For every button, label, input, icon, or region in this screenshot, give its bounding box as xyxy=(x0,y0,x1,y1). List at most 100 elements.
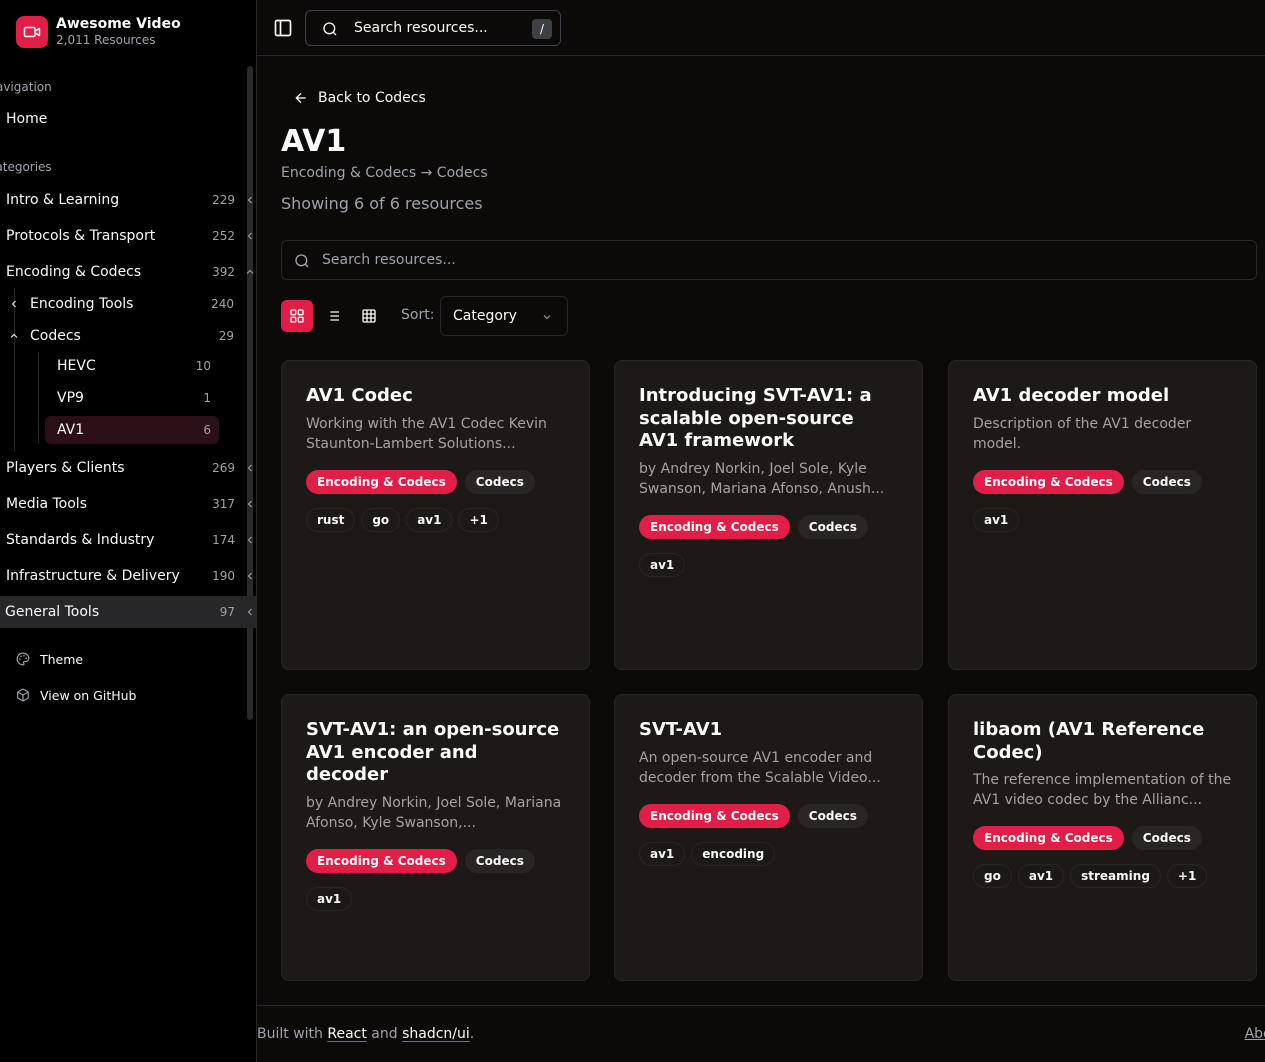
subcategory-badge[interactable]: Codecs xyxy=(797,514,868,539)
shadcn-link[interactable]: shadcn/ui xyxy=(402,1026,470,1042)
sidebar-item-label: Home xyxy=(6,111,48,127)
resource-card[interactable]: AV1 decoder model Description of the AV1… xyxy=(948,360,1257,670)
sidebar-item-intro-learning[interactable]: Intro & Learning 229 xyxy=(0,184,256,216)
resource-card[interactable]: AV1 Codec Working with the AV1 Codec Kev… xyxy=(281,360,590,670)
card-description: An open-source AV1 encoder and decoder f… xyxy=(639,749,881,786)
card-description: Description of the AV1 decoder model. xyxy=(973,415,1192,452)
resource-search-input[interactable]: Search resources... xyxy=(281,240,1257,280)
sidebar-item-label: Standards & Industry xyxy=(6,532,155,548)
sidebar-item-general-tools[interactable]: General Tools 97 xyxy=(0,596,256,628)
card-description: The reference implementation of the AV1 … xyxy=(973,772,1232,808)
categories-label: Categories xyxy=(0,160,52,174)
tag[interactable]: go xyxy=(973,864,1012,888)
sidebar-codec-vp9[interactable]: VP9 1 xyxy=(45,384,219,412)
sidebar-item-protocols-transport[interactable]: Protocols & Transport 252 xyxy=(0,220,256,252)
subcategory-badge[interactable]: Codecs xyxy=(1131,826,1202,850)
resource-card[interactable]: SVT-AV1: an open-source AV1 encoder and … xyxy=(281,694,590,981)
github-link[interactable]: View on GitHub xyxy=(16,683,137,707)
tag[interactable]: av1 xyxy=(973,507,1020,532)
card-description: Working with the AV1 Codec Kevin Staunto… xyxy=(306,415,547,452)
brand[interactable]: Awesome Video 2,011 Resources xyxy=(16,16,246,48)
tag[interactable]: encoding xyxy=(691,841,776,866)
sidebar-item-label: Encoding & Codecs xyxy=(6,264,142,280)
sidebar-item-count: 392 xyxy=(212,265,235,279)
sidebar-item-count: 190 xyxy=(212,569,235,583)
subcategory-badge[interactable]: Codecs xyxy=(1131,469,1202,494)
tag-more[interactable]: +1 xyxy=(1166,864,1208,888)
sidebar-item-infrastructure-delivery[interactable]: Infrastructure & Delivery 190 xyxy=(0,560,256,592)
sidebar-codec-av1[interactable]: AV1 6 xyxy=(45,416,219,444)
topbar: Search resources... / xyxy=(257,0,1265,56)
sidebar-codec-count: 6 xyxy=(203,423,211,437)
theme-button[interactable]: Theme xyxy=(16,647,83,671)
table-icon xyxy=(362,309,376,323)
react-link[interactable]: React xyxy=(327,1026,366,1042)
chevron-left-icon xyxy=(247,536,252,544)
sidebar-item-count: 229 xyxy=(212,193,235,207)
sidebar-item-home[interactable]: Home xyxy=(0,103,256,135)
sidebar-codec-count: 10 xyxy=(195,359,211,373)
sidebar-codec-label: AV1 xyxy=(57,422,85,438)
sidebar-item-count: 269 xyxy=(212,461,235,475)
chevron-up-icon xyxy=(10,333,18,338)
category-badge[interactable]: Encoding & Codecs xyxy=(639,514,790,539)
back-link[interactable]: Back to Codecs xyxy=(293,88,426,108)
tag[interactable]: av1 xyxy=(639,552,686,577)
category-badge[interactable]: Encoding & Codecs xyxy=(639,803,790,828)
table-view-button[interactable] xyxy=(353,300,385,332)
chevron-left-icon xyxy=(247,500,252,508)
grid-view-button[interactable] xyxy=(281,300,313,332)
arrow-left-icon xyxy=(295,92,306,104)
resource-card[interactable]: SVT-AV1 An open-source AV1 encoder and d… xyxy=(614,694,923,981)
resource-card[interactable]: Introducing SVT-AV1: a scalable open-sou… xyxy=(614,360,923,670)
tag[interactable]: streaming xyxy=(1070,864,1161,888)
sidebar-item-players-clients[interactable]: Players & Clients 269 xyxy=(0,452,256,484)
sidebar-item-count: 174 xyxy=(212,533,235,547)
sidebar-item-media-tools[interactable]: Media Tools 317 xyxy=(0,488,256,520)
sidebar-codec-hevc[interactable]: HEVC 10 xyxy=(45,352,219,380)
sidebar-item-standards-industry[interactable]: Standards & Industry 174 xyxy=(0,524,256,556)
about-link[interactable]: About xyxy=(1245,1026,1265,1042)
package-icon xyxy=(17,688,29,702)
sidebar-item-label: Intro & Learning xyxy=(6,192,120,208)
sidebar-item-encoding-codecs[interactable]: Encoding & Codecs 392 xyxy=(0,256,256,288)
main-content: Search resources... / Back to Codecs AV1… xyxy=(256,0,1265,1062)
subcategory-badge[interactable]: Codecs xyxy=(464,848,535,873)
sidebar-item-label: Infrastructure & Delivery xyxy=(6,568,180,584)
list-view-button[interactable] xyxy=(317,300,349,332)
chevron-left-icon xyxy=(11,300,16,308)
tag[interactable]: rust xyxy=(306,507,356,532)
card-title: Introducing SVT-AV1: a scalable open-sou… xyxy=(639,385,872,451)
tag[interactable]: av1 xyxy=(1017,864,1065,888)
sidebar-toggle-icon[interactable] xyxy=(273,18,293,38)
category-badge[interactable]: Encoding & Codecs xyxy=(973,826,1124,850)
tag-more[interactable]: +1 xyxy=(458,507,499,532)
subcategory-badge[interactable]: Codecs xyxy=(464,469,535,494)
sort-select[interactable]: Category xyxy=(440,296,568,336)
brand-title: Awesome Video xyxy=(56,16,181,32)
footer-built-with: Built with xyxy=(257,1026,323,1042)
sidebar-subitem-label: Encoding Tools xyxy=(30,296,134,312)
tag[interactable]: go xyxy=(361,507,401,532)
subcategory-badge[interactable]: Codecs xyxy=(797,803,868,828)
tag[interactable]: av1 xyxy=(306,886,353,911)
back-label: Back to Codecs xyxy=(318,90,426,106)
card-title: AV1 decoder model xyxy=(973,385,1170,406)
category-badge[interactable]: Encoding & Codecs xyxy=(306,848,457,873)
category-badge[interactable]: Encoding & Codecs xyxy=(306,469,457,494)
sidebar-subitem-encoding-tools[interactable]: Encoding Tools 240 xyxy=(0,290,246,318)
tag[interactable]: av1 xyxy=(639,841,686,866)
search-icon xyxy=(323,22,337,36)
sidebar-item-label: Media Tools xyxy=(6,496,87,512)
sidebar-subitem-codecs[interactable]: Codecs 29 xyxy=(0,322,246,350)
brand-subtitle: 2,011 Resources xyxy=(56,33,156,47)
sidebar-item-count: 97 xyxy=(219,605,235,619)
global-search-input[interactable]: Search resources... / xyxy=(305,10,561,46)
chevron-down-icon xyxy=(543,315,551,320)
sidebar-codec-label: HEVC xyxy=(57,358,96,374)
category-badge[interactable]: Encoding & Codecs xyxy=(973,469,1124,494)
footer-and: and xyxy=(371,1026,398,1042)
tag[interactable]: av1 xyxy=(406,507,453,532)
resource-card[interactable]: libaom (AV1 Reference Codec) The referen… xyxy=(948,694,1257,981)
palette-icon xyxy=(16,652,30,666)
